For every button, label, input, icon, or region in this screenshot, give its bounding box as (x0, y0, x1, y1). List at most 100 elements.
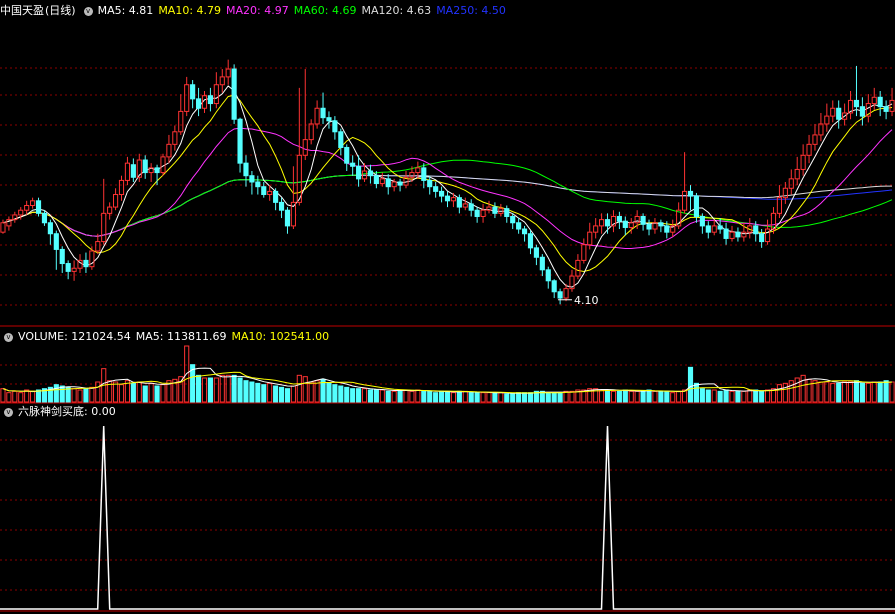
candle-body (113, 194, 119, 208)
volume-bar (527, 392, 534, 403)
volume-bar (735, 390, 741, 403)
candle-body (391, 181, 397, 188)
candle-body (95, 241, 101, 252)
volume-bar (871, 381, 877, 403)
candle-body (172, 131, 178, 145)
ma120-label: MA120: 4.63 (361, 4, 432, 17)
candle-body (101, 212, 107, 243)
chart-canvas: 4.10 (0, 59, 895, 612)
candle-body (735, 231, 741, 238)
volume-bar (670, 392, 676, 403)
volume-bar (71, 388, 77, 403)
volume-bar (776, 384, 782, 403)
volume-bar (397, 389, 403, 403)
volume-bars (0, 345, 895, 403)
candle-body (350, 162, 356, 167)
volume-bar (53, 384, 59, 403)
candle-body (320, 107, 326, 119)
volume-bar (154, 385, 160, 403)
indicator-value: : 0.00 (84, 405, 116, 418)
candle-body (433, 186, 439, 192)
candle-body (764, 228, 771, 243)
volume-bar (824, 381, 830, 403)
volume-bar (842, 381, 848, 403)
candle-body (877, 96, 883, 108)
candle-body (130, 164, 136, 178)
candle-body (118, 179, 125, 196)
volume-panel-header: v VOLUME: 121024.54 MA5: 113811.69 MA10:… (0, 329, 334, 345)
period-label: (日线) (45, 4, 76, 17)
candle-body (628, 222, 634, 228)
volume-bar (24, 389, 30, 403)
volume-ma-lines (2, 367, 893, 394)
candle-body (225, 68, 231, 78)
candle-body (427, 179, 433, 188)
volume-bar (444, 390, 451, 403)
candle-body (195, 98, 202, 109)
candle-body (622, 220, 628, 228)
candle-body (492, 206, 498, 214)
volume-bar (616, 390, 622, 403)
volume-bar (278, 386, 285, 403)
candle-body (30, 200, 36, 207)
candle-body (646, 223, 652, 230)
candle-body (219, 76, 225, 86)
volume-bar (356, 388, 362, 403)
volume-bar (308, 381, 314, 403)
candle-body (741, 231, 747, 238)
candle-body (332, 120, 338, 133)
volume-bar (456, 390, 462, 403)
chevron-down-icon[interactable]: v (83, 6, 93, 16)
volume-bar (118, 384, 125, 403)
volume-bar (249, 381, 255, 403)
candle-body (687, 190, 694, 197)
ma60-label: MA60: 4.69 (293, 4, 357, 17)
volume-bar (610, 390, 617, 403)
candle-body (871, 96, 877, 105)
volume-bar (545, 392, 551, 403)
volume-bar (148, 382, 154, 403)
chevron-down-icon[interactable]: v (4, 332, 13, 342)
candle-body (142, 159, 148, 174)
indicator-lines (0, 425, 895, 610)
volume-bar (326, 382, 332, 403)
ma20-line (2, 127, 893, 249)
volume-bar (59, 385, 65, 403)
chevron-down-icon[interactable]: v (4, 407, 13, 417)
ma20-label: MA20: 4.97 (226, 4, 289, 17)
volume-bar (201, 377, 208, 403)
volume-bar (628, 390, 634, 403)
candle-body (373, 175, 379, 185)
volume-bar (83, 388, 89, 403)
candle-body (450, 197, 457, 202)
volume-bar (551, 392, 557, 403)
volume-bar (267, 382, 273, 403)
volume-bar (213, 377, 219, 403)
candle-body (379, 178, 385, 185)
candle-body (231, 68, 237, 120)
volume-bar (753, 389, 759, 403)
candle-body (273, 190, 279, 203)
candle-body (178, 110, 184, 133)
volume-bar (338, 385, 344, 403)
candle-body (35, 200, 42, 214)
candle-body (41, 212, 48, 224)
candle-body (753, 225, 759, 235)
candle-body (575, 259, 581, 277)
volume-bar (800, 374, 806, 403)
candle-body (504, 208, 510, 217)
candle-body (18, 209, 24, 216)
candle-body (563, 288, 569, 299)
volume-bar (195, 374, 202, 403)
volume-bar (510, 393, 516, 403)
volume-bar (415, 389, 421, 403)
candle-body (284, 209, 291, 227)
volume-bar (699, 388, 705, 403)
volume-bar (344, 386, 350, 403)
candle-body (723, 228, 729, 239)
ma10-label: MA10: 4.79 (158, 4, 222, 17)
volume-bar (717, 390, 723, 403)
volume-bar (421, 390, 427, 403)
volume-bar (836, 382, 842, 403)
candle-body (859, 106, 865, 117)
